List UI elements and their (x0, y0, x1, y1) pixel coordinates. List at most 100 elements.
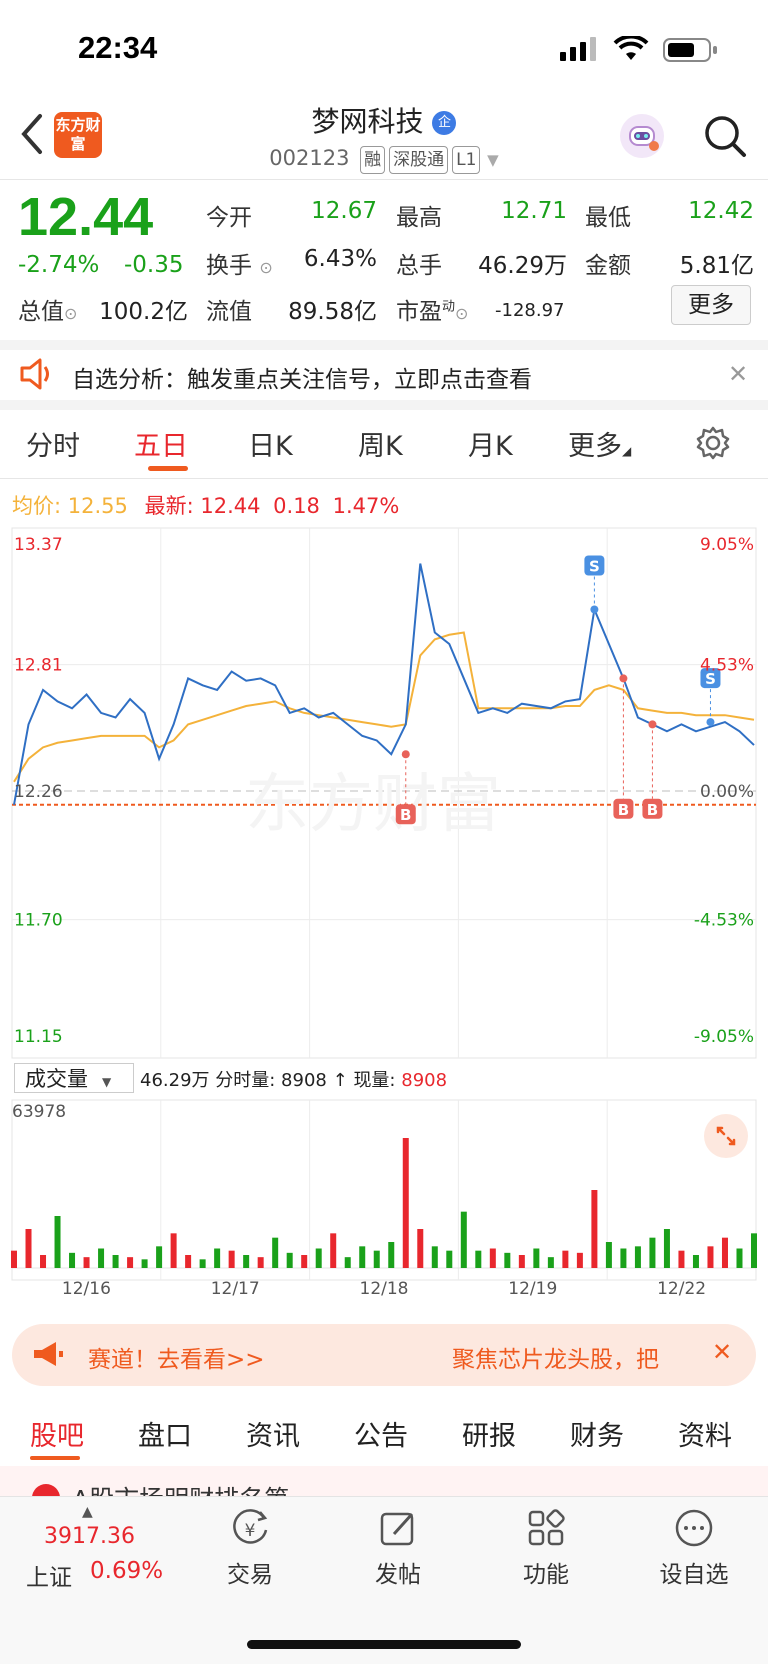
subtab-forum[interactable]: 股吧 (30, 1414, 84, 1453)
volume-bar (504, 1252, 511, 1268)
peek-text: A股市场明财排名第 (72, 1480, 289, 1496)
buy-marker-label: B (647, 801, 658, 819)
nav-trade[interactable]: 交易 (200, 1555, 300, 1589)
mktcap-label: 总值⊙ (18, 299, 78, 325)
section-gap (0, 400, 768, 410)
indicator-select[interactable]: 成交量 ▼ (14, 1063, 134, 1093)
tag-level: L1 (452, 146, 481, 174)
volume-bar (257, 1257, 264, 1268)
x-tick-label: 12/16 (62, 1279, 111, 1299)
nav-post[interactable]: 发帖 (348, 1555, 448, 1589)
volume-bar (721, 1237, 728, 1268)
volume-bar (736, 1248, 743, 1268)
volume-bar (127, 1257, 134, 1268)
trade-icon[interactable]: ¥ (200, 1506, 300, 1554)
robot-avatar-icon[interactable] (618, 112, 666, 164)
subtab-finance[interactable]: 财务 (570, 1414, 624, 1453)
price-chart[interactable]: 东方财富 BSB BS 13.37 9.05%12.81 4.53%12.26 0.00… (0, 526, 768, 1062)
subtab-orderbook[interactable]: 盘口 (138, 1414, 192, 1453)
tab-five-day[interactable]: 五日 (134, 424, 188, 463)
tab-more[interactable]: 更多◢ (568, 424, 631, 463)
peek-row[interactable]: A股市场明财排名第 (0, 1466, 768, 1496)
nav-add-watchlist[interactable]: 设自选 (644, 1555, 744, 1589)
y-tick-right: 4.53% (700, 656, 754, 676)
watermark: 东方财富 (245, 768, 501, 842)
post-icon[interactable] (348, 1506, 448, 1554)
sell-marker-label: S (589, 558, 600, 576)
volume-bar (330, 1233, 337, 1268)
volume-chart[interactable]: 12/16 12/17 12/18 12/19 12/22 (0, 1098, 768, 1302)
volume-bar (707, 1246, 714, 1268)
add-watchlist-icon[interactable] (644, 1506, 744, 1554)
subtab-profile[interactable]: 资料 (678, 1414, 732, 1453)
high-value: 12.71 (501, 198, 567, 224)
stock-code: 002123 (269, 146, 350, 170)
volume-info: 46.29万 分时量: 8908 ↑ 现量: 8908 (140, 1070, 448, 1091)
volume-bar (431, 1246, 438, 1268)
tab-daily-k[interactable]: 日K (248, 424, 293, 463)
section-gap (0, 340, 768, 350)
volume-bar (40, 1255, 47, 1268)
index-value[interactable]: 3917.36 (44, 1524, 135, 1549)
x-tick-label: 12/22 (657, 1279, 706, 1299)
y-tick-left: 11.15 (14, 1027, 63, 1047)
tab-weekly-k[interactable]: 周K (358, 424, 403, 463)
promo-left-text[interactable]: 赛道！去看看>> (88, 1340, 265, 1374)
tab-active-indicator (148, 466, 188, 471)
chart-legend: 均价: 12.55 最新: 12.44 0.18 1.47% (12, 494, 400, 518)
volume-bar (605, 1242, 612, 1268)
subtab-news[interactable]: 资讯 (246, 1414, 300, 1453)
index-name: 上证 (26, 1565, 72, 1591)
close-icon[interactable]: ✕ (728, 360, 748, 388)
notice-text[interactable]: 自选分析：触发重点关注信号，立即点击查看 (72, 360, 532, 394)
y-tick-right: 0.00% (700, 782, 754, 802)
expand-icon[interactable] (704, 1114, 748, 1158)
volume-bar (373, 1250, 380, 1268)
change-amt: -0.35 (124, 252, 184, 278)
volume-bar (460, 1211, 467, 1268)
volume-bar (185, 1255, 192, 1268)
volume-bar (69, 1252, 76, 1268)
volume-bar (533, 1248, 540, 1268)
volume-bar (272, 1237, 279, 1268)
search-icon[interactable] (703, 114, 747, 162)
info-icon[interactable]: ⊙ (259, 258, 272, 277)
amount-label: 金额 (585, 253, 631, 279)
subtab-announce[interactable]: 公告 (354, 1414, 408, 1453)
pe-label: 市盈动⊙ (396, 299, 469, 325)
float-value: 89.58亿 (288, 299, 377, 325)
tab-monthly-k[interactable]: 月K (468, 424, 513, 463)
settings-gear-icon[interactable] (696, 426, 730, 464)
promo-right-text[interactable]: 聚焦芯片龙头股，把 (452, 1340, 659, 1374)
volume-bar (388, 1242, 395, 1268)
subtab-research[interactable]: 研报 (462, 1414, 516, 1453)
info-icon[interactable]: ⊙ (455, 304, 468, 323)
dropdown-icon[interactable]: ▼ (487, 151, 499, 169)
signal-icon (560, 36, 600, 66)
volume-bar (417, 1229, 424, 1268)
more-quote-button[interactable]: 更多 (671, 285, 751, 325)
volume-bar (170, 1233, 177, 1268)
volume-bar (663, 1229, 670, 1268)
volume-bar (620, 1248, 627, 1268)
volume-bar (112, 1255, 119, 1268)
volume-bar (489, 1248, 496, 1268)
volume-bar (98, 1248, 105, 1268)
trade-point (706, 718, 715, 727)
apps-icon[interactable] (496, 1506, 596, 1554)
info-icon[interactable]: ⊙ (64, 304, 77, 323)
nav-functions[interactable]: 功能 (496, 1555, 596, 1589)
home-indicator (247, 1640, 521, 1649)
header-divider (0, 179, 768, 180)
volume-bar (214, 1248, 221, 1268)
index-up-arrow-icon: ▲ (82, 1504, 93, 1520)
volume-bar (243, 1255, 250, 1268)
y-tick-left: 12.26 (14, 782, 63, 802)
amount-value: 5.81亿 (679, 253, 754, 279)
volume-bar (228, 1250, 235, 1268)
y-tick-right: 9.05% (700, 535, 754, 555)
tab-intraday[interactable]: 分时 (26, 424, 80, 463)
volume-bar (591, 1190, 598, 1268)
promo-close-icon[interactable]: ✕ (712, 1338, 732, 1366)
volume-bar (402, 1138, 409, 1268)
